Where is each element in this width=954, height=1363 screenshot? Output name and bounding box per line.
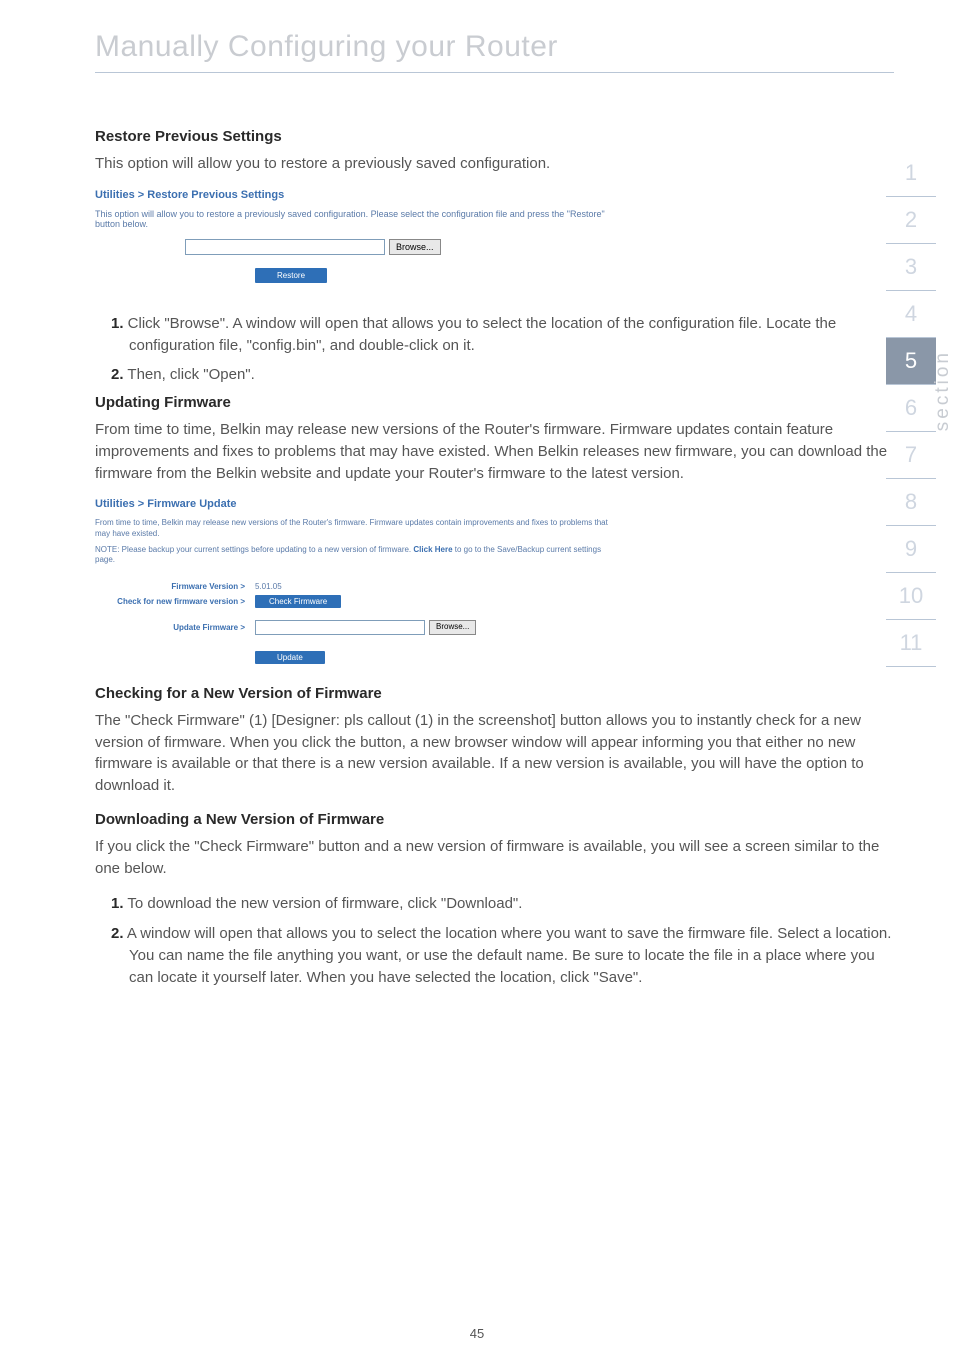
restore-mock-title: Utilities > Restore Previous Settings (95, 189, 615, 201)
firmware-heading: Updating Firmware (95, 394, 894, 411)
step-number: 2. (111, 925, 124, 942)
step-number: 1. (111, 895, 124, 912)
section-label: section (932, 350, 954, 431)
side-nav-item-10[interactable]: 10 (886, 573, 936, 620)
fw-version-label: Firmware Version > (95, 582, 255, 591)
side-nav-item-3[interactable]: 3 (886, 244, 936, 291)
update-fw-label: Update Firmware > (95, 623, 255, 632)
checking-text: The "Check Firmware" (1) [Designer: pls … (95, 710, 894, 797)
click-here-link[interactable]: Click Here (413, 545, 452, 554)
download-step-2: 2. A window will open that allows you to… (95, 923, 894, 988)
restore-file-input[interactable] (185, 239, 385, 255)
side-nav-item-2[interactable]: 2 (886, 197, 936, 244)
restore-browse-button[interactable]: Browse... (389, 239, 441, 255)
restore-intro: This option will allow you to restore a … (95, 153, 894, 175)
step-text: Then, click "Open". (124, 366, 255, 383)
restore-heading: Restore Previous Settings (95, 128, 894, 145)
firmware-mock-title: Utilities > Firmware Update (95, 498, 615, 510)
downloading-heading: Downloading a New Version of Firmware (95, 811, 894, 828)
step-number: 2. (111, 366, 124, 383)
restore-button[interactable]: Restore (255, 268, 327, 283)
firmware-intro: From time to time, Belkin may release ne… (95, 419, 894, 484)
download-step-1: 1. To download the new version of firmwa… (95, 893, 894, 915)
side-nav-item-7[interactable]: 7 (886, 432, 936, 479)
side-nav-item-5[interactable]: 5 (886, 338, 936, 385)
side-nav-item-4[interactable]: 4 (886, 291, 936, 338)
step-number: 1. (111, 315, 124, 332)
side-nav-item-11[interactable]: 11 (886, 620, 936, 667)
fw-version-value: 5.01.05 (255, 582, 282, 591)
side-nav-item-9[interactable]: 9 (886, 526, 936, 573)
firmware-mock-desc2: NOTE: Please backup your current setting… (95, 545, 615, 566)
chapter-title: Manually Configuring your Router (95, 0, 894, 73)
firmware-mock-desc1: From time to time, Belkin may release ne… (95, 518, 615, 539)
downloading-intro: If you click the "Check Firmware" button… (95, 836, 894, 880)
check-fw-label: Check for new firmware version > (95, 597, 255, 606)
check-firmware-button[interactable]: Check Firmware (255, 595, 341, 608)
side-nav: 1234567891011 (886, 150, 936, 667)
step-text: A window will open that allows you to se… (124, 925, 892, 986)
page-number: 45 (0, 1326, 954, 1341)
restore-step-2: 2. Then, click "Open". (95, 364, 894, 386)
firmware-browse-button[interactable]: Browse... (429, 620, 476, 635)
restore-screenshot: Utilities > Restore Previous Settings Th… (95, 189, 615, 283)
side-nav-item-8[interactable]: 8 (886, 479, 936, 526)
firmware-file-input[interactable] (255, 620, 425, 635)
restore-mock-desc: This option will allow you to restore a … (95, 209, 615, 229)
restore-step-1: 1. Click "Browse". A window will open th… (95, 313, 894, 357)
firmware-screenshot: Utilities > Firmware Update From time to… (95, 498, 615, 665)
step-text: To download the new version of firmware,… (124, 895, 523, 912)
step-text: Click "Browse". A window will open that … (124, 315, 837, 354)
note-text-a: NOTE: Please backup your current setting… (95, 545, 413, 554)
side-nav-item-6[interactable]: 6 (886, 385, 936, 432)
update-button[interactable]: Update (255, 651, 325, 664)
side-nav-item-1[interactable]: 1 (886, 150, 936, 197)
checking-heading: Checking for a New Version of Firmware (95, 685, 894, 702)
